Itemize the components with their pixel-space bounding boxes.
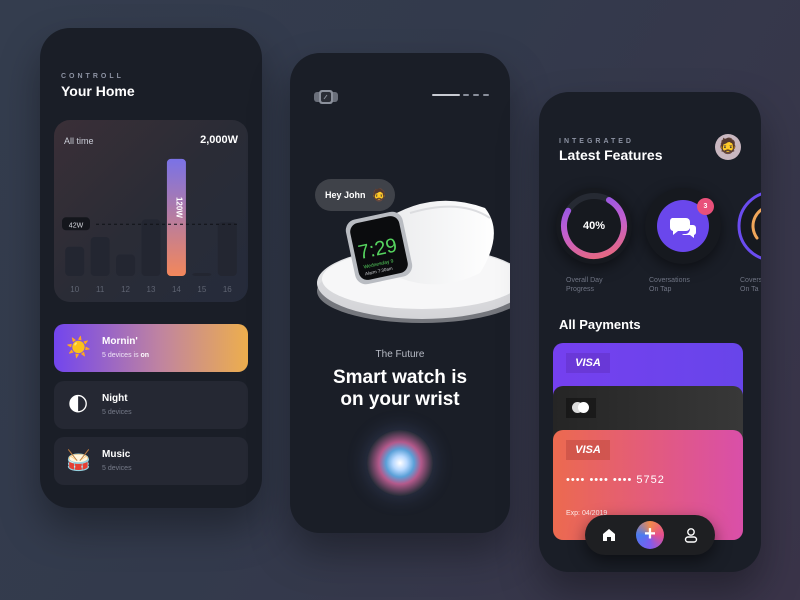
page-dot-active bbox=[432, 94, 460, 96]
visa-logo: VISA bbox=[566, 440, 610, 460]
page-dot bbox=[483, 94, 489, 96]
eyebrow-text: The Future bbox=[375, 349, 425, 360]
headline-line-1: Smart watch is bbox=[332, 367, 468, 388]
smartwatch-screen: Hey John 🧔 7:29 Wednesday 9 Alarm 7:30am… bbox=[290, 53, 510, 533]
home-control-screen: CONTROLL Your Home 10 11 12 13 14 120W 15 16 42W… bbox=[40, 28, 262, 508]
feature-label-line: Progress bbox=[566, 286, 595, 293]
page-indicator bbox=[432, 94, 492, 96]
x-tick-label: 12 bbox=[121, 285, 130, 294]
energy-chart-card: 10 11 12 13 14 120W 15 16 42W All time 2,000W bbox=[54, 120, 248, 302]
feature-label: Overall Day Progress bbox=[566, 276, 603, 294]
home-eyebrow: CONTROLL bbox=[61, 73, 124, 80]
scene-status-on: on bbox=[140, 352, 150, 359]
bar[interactable] bbox=[116, 254, 136, 276]
third-feature-ring bbox=[737, 192, 761, 260]
scene-night[interactable]: 🌓 Night 5 devices bbox=[54, 381, 248, 429]
feature-label: Coversations On Tap bbox=[649, 276, 690, 294]
scene-status: 5 devices bbox=[102, 465, 132, 472]
visa-logo: VISA bbox=[566, 353, 610, 373]
add-button[interactable]: + bbox=[636, 521, 664, 549]
scene-name: Mornin' bbox=[102, 336, 138, 347]
features-screen: INTEGRATED Latest Features 🧔 40% Overall… bbox=[539, 92, 761, 572]
bar[interactable] bbox=[192, 273, 212, 276]
page-dot bbox=[463, 94, 469, 96]
x-tick-label: 13 bbox=[147, 285, 156, 294]
feature-label-line: On Tap bbox=[649, 286, 672, 293]
x-tick-label: 10 bbox=[70, 285, 79, 294]
headline: Smart watch is on your wrist bbox=[290, 367, 510, 411]
scene-status-text: 5 devices is bbox=[102, 352, 141, 359]
headline-line-2: on your wrist bbox=[340, 389, 460, 410]
features-title: Latest Features bbox=[559, 147, 663, 163]
home-icon[interactable] bbox=[599, 525, 619, 545]
bar-value-label: 120W bbox=[174, 197, 183, 218]
greeting-bubble: Hey John 🧔 bbox=[315, 179, 395, 211]
drum-icon: 🥁 bbox=[66, 450, 91, 472]
mastercard-logo-icon bbox=[566, 398, 596, 418]
x-tick-label: 11 bbox=[96, 285, 105, 294]
conversations-widget[interactable]: 3 bbox=[645, 188, 721, 264]
third-feature-widget[interactable] bbox=[735, 188, 761, 264]
page-dot bbox=[473, 94, 479, 96]
x-tick-label: 14 bbox=[172, 285, 181, 294]
bar[interactable] bbox=[65, 246, 85, 276]
card-number: •••• •••• •••• 5752 bbox=[566, 474, 665, 486]
energy-bar-chart: 10 11 12 13 14 120W 15 16 42W bbox=[62, 158, 240, 294]
payments-title: All Payments bbox=[559, 317, 641, 332]
feature-label-line: Overall Day bbox=[566, 277, 603, 284]
feature-label-line: On Ta bbox=[740, 286, 759, 293]
watch-icon[interactable] bbox=[314, 89, 338, 105]
chart-total: 2,000W bbox=[200, 134, 238, 146]
user-avatar[interactable]: 🧔 bbox=[715, 134, 741, 160]
home-title: Your Home bbox=[61, 83, 135, 99]
bar[interactable] bbox=[90, 236, 110, 276]
features-eyebrow: INTEGRATED bbox=[559, 138, 634, 145]
reference-label: 42W bbox=[69, 222, 84, 229]
bar[interactable] bbox=[217, 222, 237, 276]
x-tick-label: 15 bbox=[197, 285, 206, 294]
progress-value: 40% bbox=[582, 220, 606, 232]
scene-status: 5 devices bbox=[102, 409, 132, 416]
notification-badge: 3 bbox=[697, 198, 714, 215]
bar[interactable] bbox=[141, 219, 161, 276]
scene-music[interactable]: 🥁 Music 5 devices bbox=[54, 437, 248, 485]
memoji-avatar-icon: 🧔 bbox=[371, 188, 387, 202]
feature-label: Covers On Ta bbox=[740, 276, 761, 294]
scene-status: 5 devices is on bbox=[102, 352, 149, 359]
scene-name: Night bbox=[102, 393, 128, 404]
moon-icon: 🌓 bbox=[67, 394, 89, 416]
plus-icon: + bbox=[644, 523, 656, 545]
sun-icon: ☀️ bbox=[66, 337, 91, 359]
feature-label-line: Coversations bbox=[649, 277, 690, 284]
x-tick-label: 16 bbox=[223, 285, 232, 294]
profile-icon[interactable] bbox=[681, 525, 701, 545]
bottom-nav: + bbox=[585, 515, 715, 555]
scene-name: Music bbox=[102, 449, 131, 460]
feature-label-line: Covers bbox=[740, 277, 761, 284]
scene-morning[interactable]: ☀️ Mornin' 5 devices is on bbox=[54, 324, 248, 372]
day-progress-widget[interactable]: 40% bbox=[556, 188, 632, 264]
chart-period-label: All time bbox=[64, 136, 94, 146]
siri-orb-icon[interactable] bbox=[367, 430, 433, 496]
greeting-text: Hey John bbox=[325, 190, 366, 200]
